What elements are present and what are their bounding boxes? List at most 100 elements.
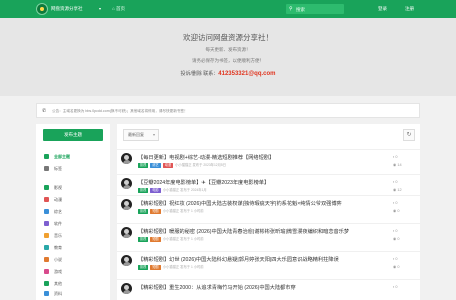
sidebar-item-label: 资料 — [54, 290, 62, 296]
contact-label: 投诉/删除 联系： — [180, 71, 219, 77]
avatar[interactable] — [121, 199, 132, 210]
sidebar-item-label: 动漫 — [54, 196, 62, 202]
topic-tag[interactable]: 影视 — [138, 209, 149, 214]
topic-tag[interactable]: 影视 — [138, 265, 149, 270]
sidebar-item[interactable]: 音乐 — [44, 231, 106, 239]
music-icon — [44, 233, 49, 238]
topic-author-time: 小小猫猫正 发布于 2023年12月5日 — [175, 163, 227, 167]
sidebar-item[interactable]: 资料 — [44, 289, 106, 297]
sidebar-item[interactable]: 游戏 — [44, 267, 106, 275]
login-link[interactable]: 登录 — [378, 6, 387, 12]
search-box[interactable]: ⚲ — [286, 4, 344, 14]
sidebar-item[interactable]: 标签 — [44, 164, 106, 172]
sidebar-item-label: 游戏 — [54, 268, 62, 274]
topic-meta: 影视 短剧 小小猫猫正 发布于 1 小时前 — [138, 236, 204, 242]
sidebar-item[interactable]: 教育 — [44, 243, 106, 251]
announcement-bar: ✆ 公告：主域名更换为 bbs.0pcdd.com(换不可获)；其他域名将停用，… — [36, 103, 420, 118]
top-navbar: 网盘资源分享社 ▾ ⌂ 首页 ⚲ 登录 注册 — [0, 0, 456, 18]
topic-author-time: 小小猫猫正 发布于 2024年1月 — [162, 188, 207, 192]
sidebar-item[interactable]: 小说 — [44, 255, 106, 263]
sidebar-item-label: 综艺 — [54, 208, 62, 214]
topic-title[interactable]: 【精彩短剧】祝红妆 (2026)中国大陆古装权谋|独侍瑕疵天宇|钓系花魁×纯情公… — [138, 200, 342, 207]
view-count: ◉ 14 — [393, 163, 402, 167]
sidebar-item[interactable]: 动漫 — [44, 195, 106, 203]
topic-meta: 影视 综艺 动漫 小小猫猫正 发布于 2023年12月5日 — [138, 162, 226, 168]
topic-tag[interactable]: 影视 — [138, 188, 149, 193]
topic-tag[interactable]: 短剧 — [150, 265, 161, 270]
tv-icon — [44, 209, 49, 214]
topic-tag[interactable]: 影视 — [138, 163, 149, 168]
reply-count: ▪ 0 — [393, 285, 398, 289]
topic-tag[interactable]: 动漫 — [162, 163, 174, 168]
topic-title[interactable]: 【豆瓣2024年度电影榜单】✈【豆瓣2023年度电影榜单】 — [138, 179, 269, 186]
view-count: ◉ 12 — [393, 188, 402, 192]
topic-row[interactable]: 【每日更新】电视剧+综艺-动漫-精选短剧推荐【网络短剧】 影视 综艺 动漫 小小猫猫正 … — [117, 149, 420, 174]
new-topic-button[interactable]: 发布主题 — [43, 129, 103, 141]
topic-row[interactable]: 【精彩短剧】祝红妆 (2026)中国大陆古装权谋|独侍瑕疵天宇|钓系花魁×纯情公… — [117, 195, 420, 223]
reply-count: ▪ 0 — [393, 229, 398, 233]
topic-title[interactable]: 【每日更新】电视剧+综艺-动漫-精选短剧推荐【网络短剧】 — [138, 154, 274, 161]
nav-home-link[interactable]: ⌂ 首页 — [112, 6, 125, 12]
site-name[interactable]: 网盘资源分享社 — [51, 6, 83, 12]
megaphone-icon: ✆ — [42, 108, 47, 114]
hero-title: 欢迎访问网盘资源分享社！ — [183, 33, 273, 42]
topic-row[interactable]: 【精彩短剧】暖服的秘密 (2026)中国大陆青春治愈|谢彬彬张昕瑜|微雪漫夜编织… — [117, 223, 420, 251]
site-logo-icon[interactable] — [36, 3, 48, 15]
avatar[interactable] — [121, 255, 132, 266]
reply-count: ▪ 0 — [393, 257, 398, 261]
avatar[interactable] — [121, 283, 132, 294]
document-icon — [44, 291, 49, 296]
refresh-icon: ↻ — [406, 132, 412, 138]
chevron-down-icon[interactable]: ▾ — [99, 6, 101, 11]
sort-label: 最新回复 — [128, 132, 144, 137]
welcome-hero: 欢迎访问网盘资源分享社！ 每天更新、发布资源！ 请务必保存为书签，以便顺利方便！… — [0, 18, 456, 96]
refresh-button[interactable]: ↻ — [403, 129, 415, 141]
avatar[interactable] — [121, 178, 132, 189]
sidebar-item-label: 音乐 — [54, 232, 62, 238]
sidebar: 发布主题 全部主题标签影视动漫综艺软件音乐教育小说游戏其他资料 — [36, 124, 110, 300]
announcement-text: 公告：主域名更换为 bbs.0pcdd.com(换不可获)；其他域名将停用，请尽… — [52, 109, 188, 113]
topic-title[interactable]: 【精彩短剧】幻世 (2026)中国大陆科幻悬疑|郭月婷张天阳|四大乐园意识战略精… — [138, 256, 339, 263]
sidebar-item-label: 其他 — [54, 280, 62, 286]
search-icon[interactable]: ⚲ — [289, 6, 293, 12]
topic-row[interactable]: 【豆瓣2024年度电影榜单】✈【豆瓣2023年度电影榜单】 影视 电影 小小猫猫正 发… — [117, 174, 420, 195]
topic-tag[interactable]: 短剧 — [150, 237, 161, 242]
sidebar-item[interactable]: 全部主题 — [44, 152, 106, 160]
view-count: ◉ 0 — [393, 237, 400, 241]
sort-dropdown[interactable]: 最新回复 ▾ — [123, 129, 159, 141]
topic-meta: 影视 电影 小小猫猫正 发布于 2024年1月 — [138, 187, 207, 193]
topic-tag[interactable]: 电影 — [150, 188, 161, 193]
sidebar-item-label: 教育 — [54, 244, 62, 250]
topic-tag[interactable]: 综艺 — [150, 163, 161, 168]
sidebar-item[interactable]: 软件 — [44, 219, 106, 227]
sidebar-item-label: 影视 — [54, 184, 62, 190]
search-input[interactable] — [296, 4, 342, 14]
sidebar-item[interactable]: 其他 — [44, 279, 106, 287]
reply-count: ▪ 0 — [393, 180, 398, 184]
topic-author-time: 小小猫猫正 发布于 1 小时前 — [162, 265, 204, 269]
sidebar-item-label: 软件 — [54, 220, 62, 226]
sidebar-item-label: 全部主题 — [54, 153, 70, 159]
topic-tag[interactable]: 影视 — [138, 237, 149, 242]
chat-bubbles-icon — [44, 154, 49, 159]
topic-row[interactable]: 【精彩短剧】幻世 (2026)中国大陆科幻悬疑|郭月婷张天阳|四大乐园意识战略精… — [117, 251, 420, 279]
register-link[interactable]: 注册 — [405, 6, 414, 12]
software-icon — [44, 221, 49, 226]
education-icon — [44, 245, 49, 250]
avatar[interactable] — [121, 227, 132, 238]
sidebar-item-label: 小说 — [54, 256, 62, 262]
contact-email[interactable]: 412353321@qq.com — [218, 71, 275, 77]
topic-title[interactable]: 【精彩短剧】重生2000：从追求青梅竹马开始 (2026)中国大陆都市穿 — [138, 284, 296, 291]
sidebar-item[interactable]: 影视 — [44, 183, 106, 191]
book-icon — [44, 257, 49, 262]
topic-meta: 影视 短剧 小小猫猫正 发布于 1 小时前 — [138, 264, 204, 270]
topic-meta: 影视 短剧 小小猫猫正 发布于 1 小时前 — [138, 208, 204, 214]
topic-row[interactable]: 【精彩短剧】重生2000：从追求青梅竹马开始 (2026)中国大陆都市穿 ▪ 0 — [117, 279, 420, 300]
game-icon — [44, 269, 49, 274]
topic-author-time: 小小猫猫正 发布于 1 小时前 — [162, 209, 204, 213]
topic-tag[interactable]: 短剧 — [150, 209, 161, 214]
avatar[interactable] — [121, 153, 132, 164]
topic-title[interactable]: 【精彩短剧】暖服的秘密 (2026)中国大陆青春治愈|谢彬彬张昕瑜|微雪漫夜编织… — [138, 228, 349, 235]
hero-subtitle: 每天更新、发布资源！ — [205, 47, 251, 52]
sidebar-item[interactable]: 综艺 — [44, 207, 106, 215]
